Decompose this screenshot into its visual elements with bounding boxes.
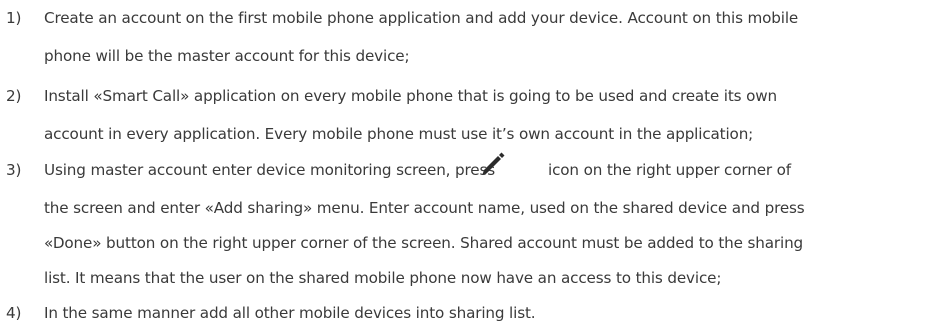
step-3-line-2: the screen and enter «Add sharing» menu.… — [44, 198, 805, 218]
step-3-line-1: 3) Using master account enter device moni… — [6, 160, 495, 180]
step-4-line-1: 4) In the same manner add all other mobil… — [6, 303, 536, 323]
step-3-text-4: list. It means that the user on the shar… — [44, 269, 722, 287]
step-2-line-2: account in every application. Every mobi… — [44, 124, 753, 144]
pencil-edit-icon — [482, 152, 505, 175]
step-3-line-4: list. It means that the user on the shar… — [44, 268, 721, 288]
step-4-number: 4) — [6, 304, 22, 322]
step-2-text-2: account in every application. Every mobi… — [44, 125, 754, 143]
step-3-text-2: the screen and enter «Add sharing» menu.… — [44, 199, 805, 217]
step-3-text-3: «Done» button on the right upper corner … — [44, 234, 804, 252]
step-3-line-1b: icon on the right upper corner of — [548, 160, 791, 180]
step-4-text-1: In the same manner add all other mobile … — [44, 304, 536, 322]
step-1-line-1: 1) Create an account on the first mobile … — [6, 8, 798, 28]
instruction-list: 1) Create an account on the first mobile … — [0, 0, 941, 329]
step-1-text-1: Create an account on the first mobile ph… — [44, 9, 799, 27]
step-2-text-1: Install «Smart Call» application on ever… — [44, 87, 777, 105]
step-3-text-1a: Using master account enter device monito… — [44, 161, 496, 179]
step-3-line-3: «Done» button on the right upper corner … — [44, 233, 803, 253]
step-1-text-2: phone will be the master account for thi… — [44, 47, 410, 65]
step-2-number: 2) — [6, 87, 22, 105]
step-3-number: 3) — [6, 161, 22, 179]
step-1-line-2: phone will be the master account for thi… — [44, 46, 410, 66]
step-3-text-1b: icon on the right upper corner of — [548, 161, 791, 179]
step-2-line-1: 2) Install «Smart Call» application on ev… — [6, 86, 777, 106]
step-1-number: 1) — [6, 9, 22, 27]
